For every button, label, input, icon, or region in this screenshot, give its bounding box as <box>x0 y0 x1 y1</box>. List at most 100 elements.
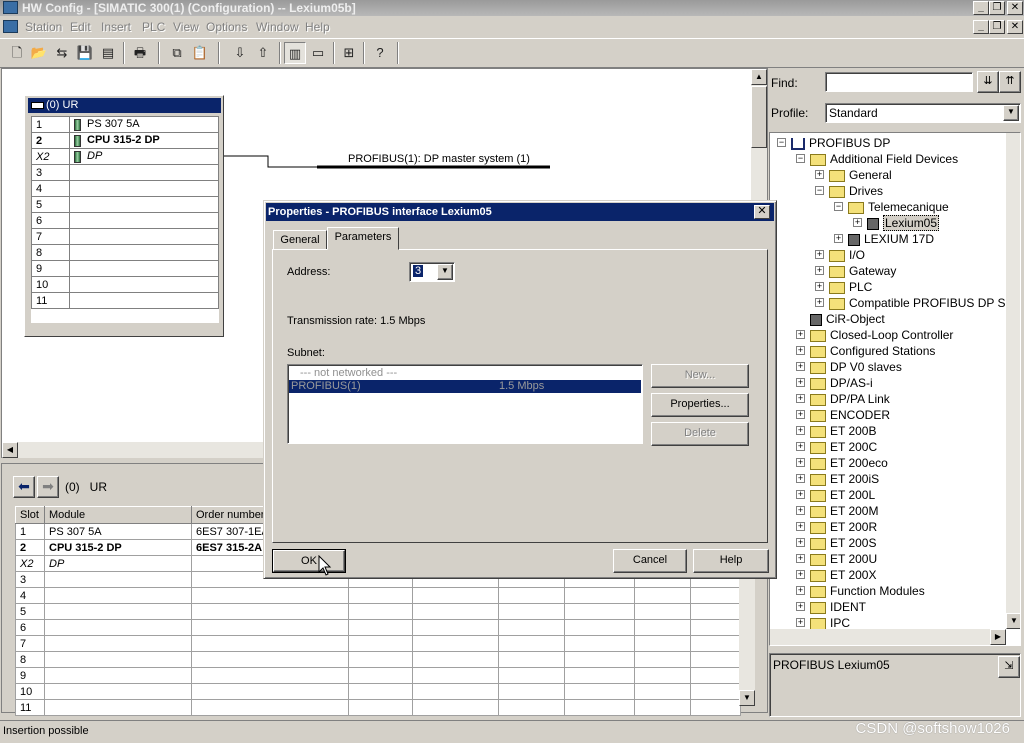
expand-icon[interactable]: + <box>796 346 805 355</box>
table-row[interactable]: 8 <box>15 651 741 668</box>
tree-item[interactable]: Closed-Loop Controller <box>810 327 953 343</box>
back-arrow-icon[interactable]: ⬅ <box>13 476 35 498</box>
window-arrange-icon[interactable]: ▭ <box>307 42 329 64</box>
menu-station[interactable]: Station <box>25 20 62 34</box>
menu-edit[interactable]: Edit <box>70 20 91 34</box>
tab-parameters[interactable]: Parameters <box>327 227 399 250</box>
collapse-icon[interactable]: − <box>834 202 843 211</box>
help-pointer-icon[interactable]: ? <box>369 42 391 64</box>
expand-icon[interactable]: + <box>796 474 805 483</box>
cancel-button[interactable]: Cancel <box>613 549 687 573</box>
find-down-icon[interactable]: ⇊ <box>977 71 999 93</box>
tree-item[interactable]: Configured Stations <box>810 343 935 359</box>
expand-icon[interactable]: + <box>796 506 805 515</box>
profile-select[interactable]: Standard ▼ <box>825 103 1021 123</box>
child-restore-icon[interactable]: ❐ <box>989 20 1005 34</box>
catalog-tree[interactable]: − PROFIBUS DP − Additional Field Devices + Ge… <box>769 132 1021 646</box>
tree-item[interactable]: IDENT <box>810 599 866 615</box>
expand-icon[interactable]: + <box>796 410 805 419</box>
menu-insert[interactable]: Insert <box>101 20 131 34</box>
expand-icon[interactable]: + <box>815 250 824 259</box>
subnet-item-profibus[interactable]: PROFIBUS(1) 1.5 Mbps <box>289 380 641 393</box>
subnet-list[interactable]: --- not networked --- PROFIBUS(1) 1.5 Mb… <box>287 364 643 444</box>
tree-item[interactable]: Additional Field Devices <box>810 151 958 167</box>
print-icon[interactable]: 🖶 <box>129 42 151 64</box>
chevron-down-icon[interactable]: ▼ <box>1003 105 1019 121</box>
subnet-item-not-networked[interactable]: --- not networked --- <box>300 367 397 379</box>
expand-icon[interactable]: + <box>834 234 843 243</box>
delete-button[interactable]: Delete <box>651 422 749 446</box>
tree-item[interactable]: ENCODER <box>810 407 890 423</box>
tree-item[interactable]: Gateway <box>829 263 896 279</box>
paste-icon[interactable]: 📋 <box>189 42 211 64</box>
tree-item[interactable]: PROFIBUS DP <box>791 135 890 151</box>
tree-item[interactable]: Telemecanique <box>848 199 949 215</box>
info-toggle-icon[interactable]: ⇲ <box>998 656 1020 678</box>
tree-item[interactable]: I/O <box>829 247 865 263</box>
tree-vscrollbar[interactable]: ▼ <box>1006 133 1020 629</box>
close-icon[interactable]: ✕ <box>1007 1 1023 15</box>
tree-item[interactable]: ET 200B <box>810 423 876 439</box>
expand-icon[interactable]: + <box>796 554 805 563</box>
tree-item[interactable]: ET 200L <box>810 487 875 503</box>
restore-icon[interactable]: ❐ <box>989 1 1005 15</box>
tree-item[interactable]: DP V0 slaves <box>810 359 902 375</box>
table-row[interactable]: 11 <box>15 699 741 716</box>
tree-item[interactable]: CiR-Object <box>810 311 885 327</box>
tree-item[interactable]: ET 200U <box>810 551 877 567</box>
tree-item[interactable]: Function Modules <box>810 583 925 599</box>
menu-view[interactable]: View <box>173 20 199 34</box>
expand-icon[interactable]: + <box>796 586 805 595</box>
network-icon[interactable]: ⊞ <box>338 42 360 64</box>
detail-column-header[interactable]: Slot <box>15 506 45 524</box>
expand-icon[interactable]: + <box>796 330 805 339</box>
expand-icon[interactable]: + <box>796 522 805 531</box>
forward-arrow-icon[interactable]: ➡ <box>37 476 59 498</box>
table-row[interactable]: 5 <box>15 603 741 620</box>
upload-icon[interactable]: ⇧ <box>252 42 274 64</box>
expand-icon[interactable]: + <box>796 458 805 467</box>
tree-item[interactable]: Lexium05 <box>867 215 940 231</box>
table-row[interactable]: 10 <box>15 683 741 700</box>
help-button[interactable]: Help <box>693 549 769 573</box>
expand-icon[interactable]: + <box>796 426 805 435</box>
tree-item[interactable]: ET 200C <box>810 439 877 455</box>
scroll-down-icon[interactable]: ▼ <box>739 690 755 706</box>
download-icon[interactable]: ⇩ <box>229 42 251 64</box>
minimize-icon[interactable]: _ <box>973 1 989 15</box>
menu-window[interactable]: Window <box>256 20 299 34</box>
address-select[interactable]: 3 ▼ <box>409 262 455 282</box>
expand-icon[interactable]: + <box>796 538 805 547</box>
new-icon[interactable]: 🗋 <box>6 42 28 64</box>
expand-icon[interactable]: + <box>815 170 824 179</box>
tree-item[interactable]: Compatible PROFIBUS DP Slave <box>829 295 1020 311</box>
tree-item[interactable]: ET 200X <box>810 567 876 583</box>
tree-item[interactable]: ET 200iS <box>810 471 879 487</box>
save-icon[interactable]: 💾 <box>74 42 96 64</box>
tree-item[interactable]: ET 200M <box>810 503 878 519</box>
expand-icon[interactable]: + <box>796 602 805 611</box>
properties-button[interactable]: Properties... <box>651 393 749 417</box>
menu-help[interactable]: Help <box>305 20 330 34</box>
detail-column-header[interactable]: Module <box>44 506 192 524</box>
scroll-left-icon[interactable]: ◀ <box>2 442 18 458</box>
new-button[interactable]: New... <box>651 364 749 388</box>
tree-item[interactable]: DP/AS-i <box>810 375 873 391</box>
expand-icon[interactable]: + <box>796 442 805 451</box>
collapse-icon[interactable]: − <box>777 138 786 147</box>
expand-icon[interactable]: + <box>796 378 805 387</box>
table-row[interactable]: 7 <box>15 635 741 652</box>
tree-item[interactable]: DP/PA Link <box>810 391 890 407</box>
expand-icon[interactable]: + <box>815 266 824 275</box>
child-close-icon[interactable]: ✕ <box>1007 20 1023 34</box>
find-input[interactable] <box>825 72 973 92</box>
tree-hscrollbar[interactable]: ▶ <box>770 629 1006 645</box>
open-online-icon[interactable]: ⇆ <box>51 42 73 64</box>
close-icon[interactable]: ✕ <box>754 205 770 219</box>
ok-button[interactable]: OK <box>272 549 346 573</box>
table-row[interactable]: 6 <box>15 619 741 636</box>
expand-icon[interactable]: + <box>796 618 805 627</box>
scroll-right-icon[interactable]: ▶ <box>990 629 1006 645</box>
tree-item[interactable]: PLC <box>829 279 872 295</box>
tree-item[interactable]: General <box>829 167 892 183</box>
